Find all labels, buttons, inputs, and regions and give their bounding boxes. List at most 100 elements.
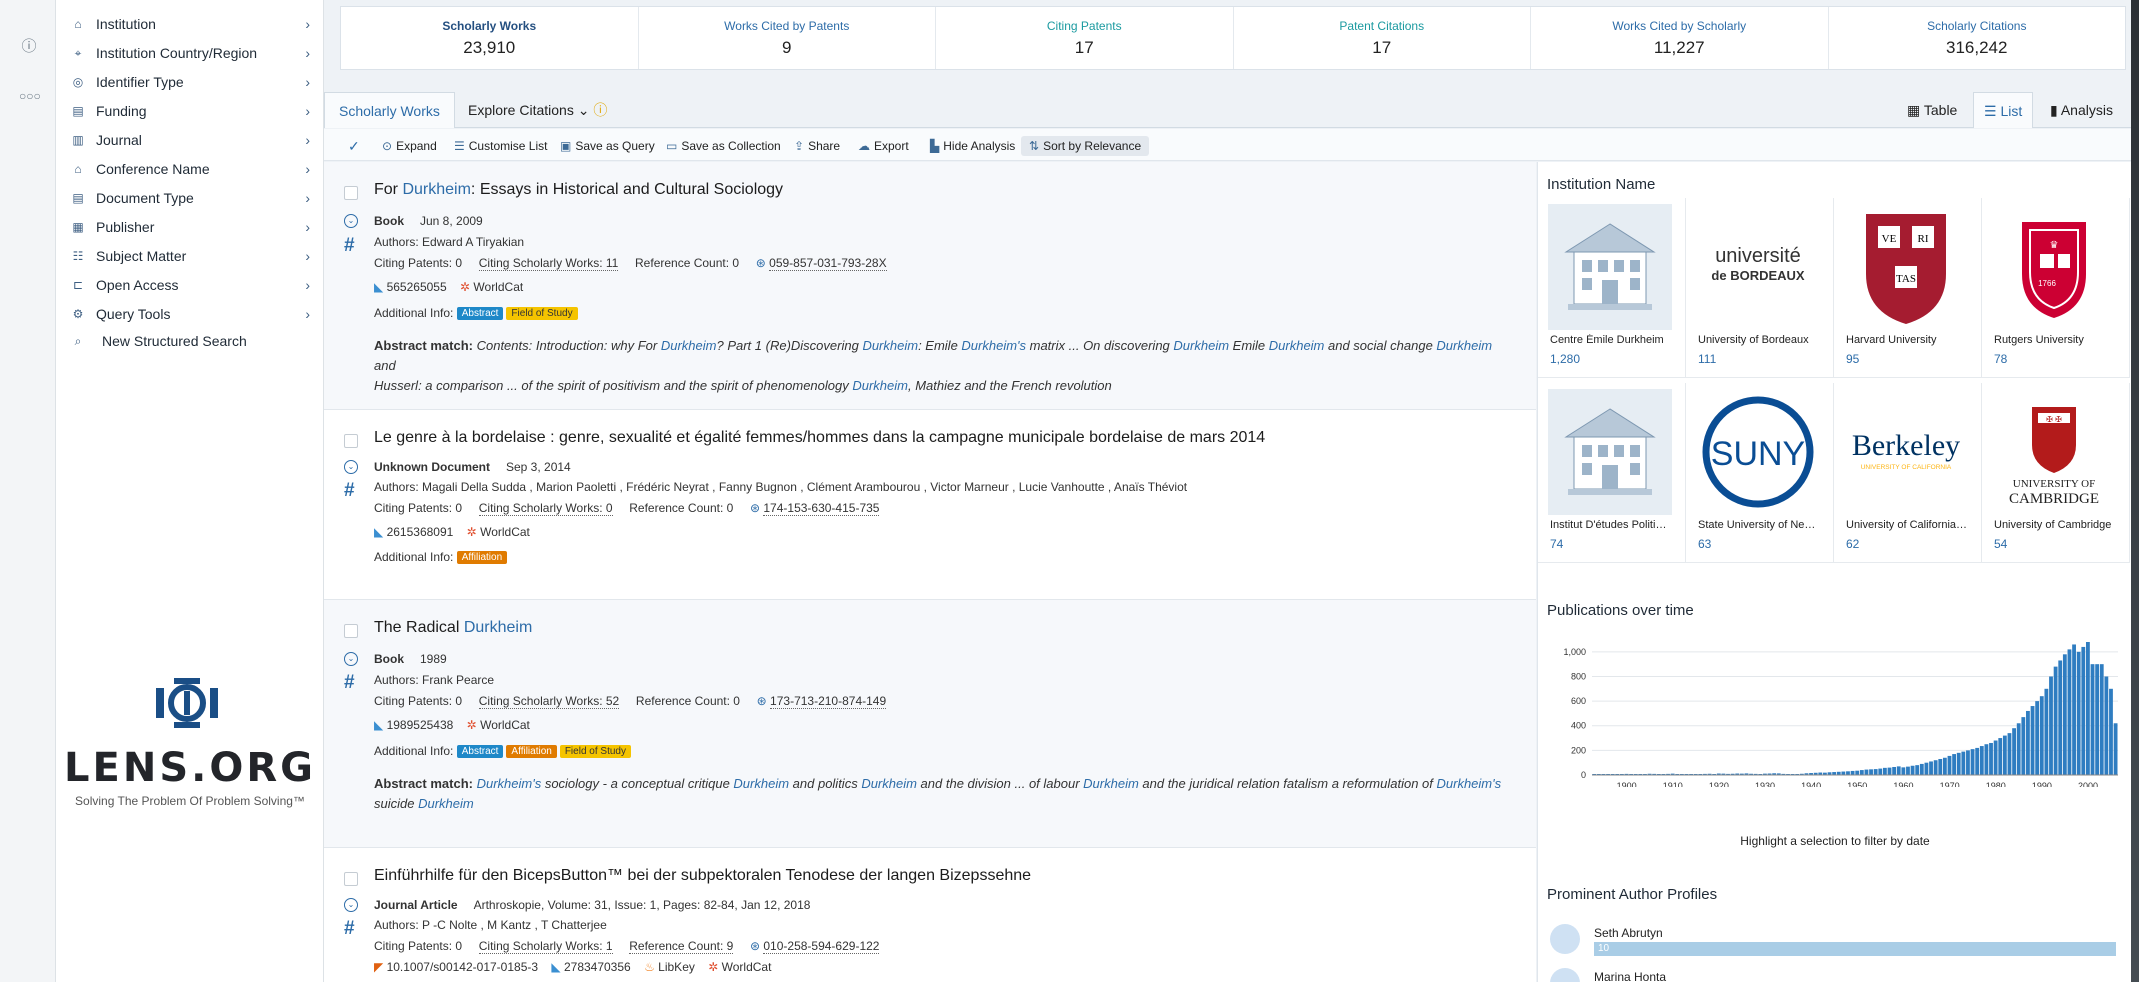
chart-bar[interactable] [1873, 769, 1878, 775]
chart-bar[interactable] [2021, 717, 2026, 775]
chart-bar[interactable] [2109, 688, 2113, 775]
citing-scholarly-works[interactable]: Citing Scholarly Works: 0 [478, 501, 613, 516]
chart-bar[interactable] [2072, 644, 2076, 775]
institution-card[interactable]: Berkeley UNIVERSITY OF CALIFORNIA Universi… [1834, 383, 1982, 563]
chart-bar[interactable] [1846, 771, 1850, 775]
save-as-collection-button[interactable]: ▭ Save as Collection [662, 136, 785, 156]
expand-chevron-icon[interactable]: ⌄ [344, 214, 358, 228]
institution-card[interactable]: Institut D'études Politiques de Bordeaux… [1538, 383, 1686, 563]
result-title[interactable]: Einführhilfe für den BicepsButton™ bei d… [374, 867, 1031, 885]
stat-scholarly-works[interactable]: Scholarly Works 23,910 [341, 7, 639, 69]
tab-explore-citations[interactable]: Explore Citations ⌄ ⓘ [454, 92, 621, 128]
lens-id[interactable]: 174-153-630-415-735 [763, 501, 880, 516]
institution-card[interactable]: ✠ ✠ UNIVERSITY OF CAMBRIDGE University of C… [1982, 383, 2130, 563]
chart-bar[interactable] [2016, 723, 2021, 775]
field-of-study-badge[interactable]: Field of Study [559, 745, 631, 758]
chart-bar[interactable] [1947, 755, 1952, 775]
mag-id[interactable]: 565265055 [387, 280, 447, 294]
stat-scholarly-citations[interactable]: Scholarly Citations 316,242 [1829, 7, 2126, 69]
sidebar-item-conference-name[interactable]: ⌂ Conference Name › [70, 158, 318, 180]
institution-card[interactable]: 1766 ♛ Rutgers University 78 [1982, 198, 2130, 378]
view-analysis-button[interactable]: ▮ Analysis [2040, 92, 2123, 128]
sidebar-item-identifier-type[interactable]: ◎ Identifier Type › [70, 71, 318, 93]
info-icon[interactable]: ⓘ [19, 37, 39, 57]
result-title[interactable]: For Durkheim: Essays in Historical and C… [374, 181, 783, 199]
chart-bar[interactable] [1961, 751, 1966, 775]
chart-bar[interactable] [1855, 770, 1860, 775]
more-options-icon[interactable]: ○○○ [19, 86, 41, 106]
sidebar-item-institution-country-region[interactable]: ⌖ Institution Country/Region › [70, 42, 318, 64]
select-all-checkmark-icon[interactable]: ✓ [344, 136, 364, 156]
worldcat-link[interactable]: WorldCat [473, 280, 523, 294]
sidebar-item-query-tools[interactable]: ⚙ Query Tools › [70, 303, 318, 325]
stat-works-cited-by-patents[interactable]: Works Cited by Patents 9 [639, 7, 936, 69]
expand-button[interactable]: ⊙ Expand [378, 136, 441, 156]
hash-icon[interactable]: # [344, 235, 355, 257]
chart-bar[interactable] [2076, 651, 2081, 775]
chart-bar[interactable] [1989, 742, 1993, 775]
export-button[interactable]: ☁ Export [854, 136, 913, 156]
affiliation-badge[interactable]: Affiliation [506, 745, 557, 758]
chart-bar[interactable] [1938, 758, 1943, 775]
chart-bar[interactable] [1924, 762, 1929, 775]
abstract-badge[interactable]: Abstract [456, 745, 504, 758]
chart-bar[interactable] [2049, 676, 2053, 775]
chart-bar[interactable] [1933, 760, 1938, 775]
result-title[interactable]: Le genre à la bordelaise : genre, sexual… [374, 429, 1265, 447]
institution-card[interactable]: VE RI TAS Harvard University 95 [1834, 198, 1982, 378]
chart-bar[interactable] [1882, 767, 1887, 775]
chart-bar[interactable] [2095, 664, 2100, 775]
sidebar-item-document-type[interactable]: ▤ Document Type › [70, 187, 318, 209]
share-button[interactable]: ⇪ Share [790, 136, 844, 156]
chart-bar[interactable] [2099, 664, 2104, 775]
author-profile[interactable]: Seth Abrutyn 10 [1550, 924, 2120, 960]
citing-patents[interactable]: Citing Patents: 0 [374, 939, 462, 953]
view-table-button[interactable]: ▦ Table [1897, 92, 1967, 128]
lens-id[interactable]: 010-258-594-629-122 [763, 939, 880, 954]
stat-works-cited-by-scholarly[interactable]: Works Cited by Scholarly 11,227 [1531, 7, 1829, 69]
sort-by-relevance-button[interactable]: ⇅ Sort by Relevance [1021, 136, 1150, 156]
chart-bar[interactable] [2113, 723, 2118, 775]
new-structured-search-link[interactable]: ⌕ New Structured Search [70, 330, 318, 352]
chart-bar[interactable] [2104, 676, 2109, 775]
chart-bar[interactable] [1952, 754, 1957, 775]
chart-bar[interactable] [2081, 646, 2086, 775]
result-checkbox[interactable] [344, 434, 358, 448]
lens-id[interactable]: 059-857-031-793-28X [769, 256, 887, 271]
publications-chart[interactable]: 0 200 400 600 800 1,000 1900 1910 1920 1930 1940 19… [1544, 632, 2124, 787]
mag-id[interactable]: 2615368091 [387, 525, 454, 539]
citing-patents[interactable]: Citing Patents: 0 [374, 501, 462, 515]
chart-bar[interactable] [2067, 649, 2072, 775]
chart-bar[interactable] [1998, 738, 2003, 775]
affiliation-badge[interactable]: Affiliation [456, 551, 508, 564]
view-list-button[interactable]: ☰ List [1973, 92, 2034, 128]
chart-bar[interactable] [1892, 766, 1897, 775]
sidebar-item-journal[interactable]: ▥ Journal › [70, 129, 318, 151]
chart-bar[interactable] [2058, 660, 2063, 775]
result-checkbox[interactable] [344, 872, 358, 886]
worldcat-link[interactable]: WorldCat [722, 960, 772, 974]
citing-patents[interactable]: Citing Patents: 0 [374, 694, 462, 708]
chart-bar[interactable] [1919, 763, 1924, 775]
chart-bar[interactable] [2012, 728, 2016, 775]
chart-bar[interactable] [1979, 746, 1984, 775]
chart-bar[interactable] [2090, 664, 2095, 775]
worldcat-link[interactable]: WorldCat [480, 525, 530, 539]
stat-citing-patents[interactable]: Citing Patents 17 [936, 7, 1234, 69]
expand-chevron-icon[interactable]: ⌄ [344, 460, 358, 474]
chart-bar[interactable] [1942, 757, 1947, 775]
chart-bar[interactable] [2044, 688, 2049, 775]
sidebar-item-publisher[interactable]: ▦ Publisher › [70, 216, 318, 238]
chart-bar[interactable] [1896, 766, 1901, 775]
sidebar-item-open-access[interactable]: ⊏ Open Access › [70, 274, 318, 296]
institution-card[interactable]: université de BORDEAUX University of Borde… [1686, 198, 1834, 378]
citing-scholarly-works[interactable]: Citing Scholarly Works: 52 [478, 694, 620, 709]
chart-bar[interactable] [1993, 740, 1998, 775]
chart-bar[interactable] [2053, 666, 2058, 775]
worldcat-link[interactable]: WorldCat [480, 718, 530, 732]
chart-bar[interactable] [1984, 744, 1989, 775]
result-title[interactable]: The Radical Durkheim [374, 619, 532, 637]
chart-bar[interactable] [1956, 752, 1961, 775]
chart-bar[interactable] [2086, 642, 2090, 775]
chart-bar[interactable] [1929, 761, 1933, 775]
